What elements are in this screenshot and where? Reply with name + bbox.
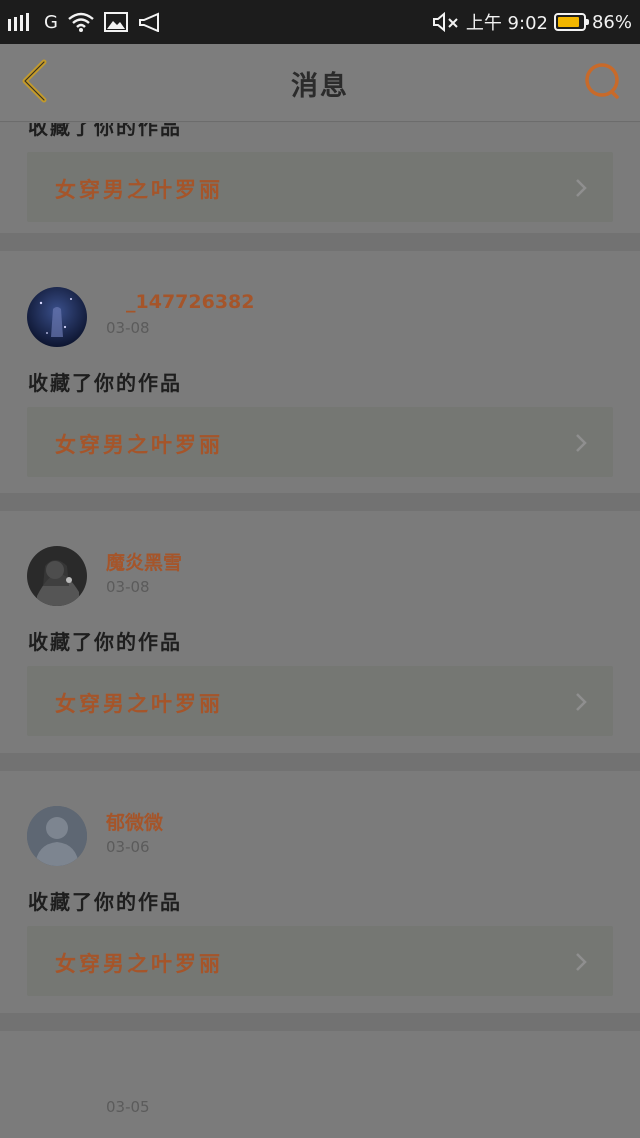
- work-card[interactable]: 女穿男之叶罗丽: [27, 152, 613, 222]
- work-card[interactable]: 女穿男之叶罗丽: [27, 926, 613, 996]
- work-title: 女穿男之叶罗丽: [55, 177, 223, 202]
- avatar[interactable]: [27, 287, 87, 347]
- image-icon: [103, 12, 128, 32]
- wifi-icon: [68, 12, 94, 32]
- divider: [0, 233, 640, 251]
- network-type: G: [44, 11, 58, 33]
- list-item: 魔炎黑雪 03-08 收藏了你的作品 女穿男之叶罗丽: [0, 511, 640, 753]
- battery-percent: 86%: [591, 11, 632, 33]
- message-list[interactable]: 收藏了你的作品 女穿男之叶罗丽 _147726382 03-08 收藏了你的作品…: [0, 123, 640, 1138]
- work-title: 女穿男之叶罗丽: [55, 951, 223, 976]
- default-avatar-icon[interactable]: [27, 806, 87, 866]
- message-date: 03-05: [106, 1098, 150, 1116]
- action-text: 收藏了你的作品: [28, 371, 182, 395]
- list-item: 郁微微 03-06 收藏了你的作品 女穿男之叶罗丽: [0, 771, 640, 1013]
- chevron-right-icon: [575, 433, 587, 457]
- work-card[interactable]: 女穿男之叶罗丽: [27, 666, 613, 736]
- screen: G 上午 9:02 86% 消息 收藏了你的作品 女穿男之叶罗丽 _147726…: [0, 0, 640, 1138]
- mute-icon: [432, 12, 460, 32]
- chevron-right-icon: [575, 178, 587, 202]
- page-title: 消息: [291, 71, 349, 102]
- work-title: 女穿男之叶罗丽: [55, 432, 223, 457]
- action-text: 收藏了你的作品: [28, 123, 182, 139]
- username[interactable]: 郁微微: [106, 808, 163, 835]
- chevron-right-icon: [575, 692, 587, 716]
- message-date: 03-08: [106, 578, 150, 596]
- action-text: 收藏了你的作品: [28, 890, 182, 914]
- status-bar: G 上午 9:02 86%: [0, 0, 640, 44]
- work-card[interactable]: 女穿男之叶罗丽: [27, 407, 613, 477]
- search-button[interactable]: [580, 60, 626, 106]
- list-item: 03-05: [0, 1031, 640, 1138]
- search-icon: [583, 61, 623, 105]
- battery-icon: [553, 13, 589, 31]
- status-time: 上午 9:02: [465, 13, 548, 34]
- divider: [0, 493, 640, 511]
- divider: [0, 753, 640, 771]
- list-item: _147726382 03-08 收藏了你的作品 女穿男之叶罗丽: [0, 251, 640, 493]
- list-item: 收藏了你的作品 女穿男之叶罗丽: [0, 123, 640, 233]
- message-date: 03-08: [106, 319, 150, 337]
- avatar[interactable]: [27, 546, 87, 606]
- work-title: 女穿男之叶罗丽: [55, 691, 223, 716]
- message-date: 03-06: [106, 838, 150, 856]
- username[interactable]: 魔炎黑雪: [106, 548, 182, 575]
- chevron-right-icon: [575, 952, 587, 976]
- app-header: 消息: [0, 44, 640, 122]
- username[interactable]: _147726382: [126, 291, 254, 313]
- divider: [0, 1013, 640, 1031]
- action-text: 收藏了你的作品: [28, 630, 182, 654]
- signal-icon: [8, 13, 34, 31]
- megaphone-icon: [138, 12, 162, 32]
